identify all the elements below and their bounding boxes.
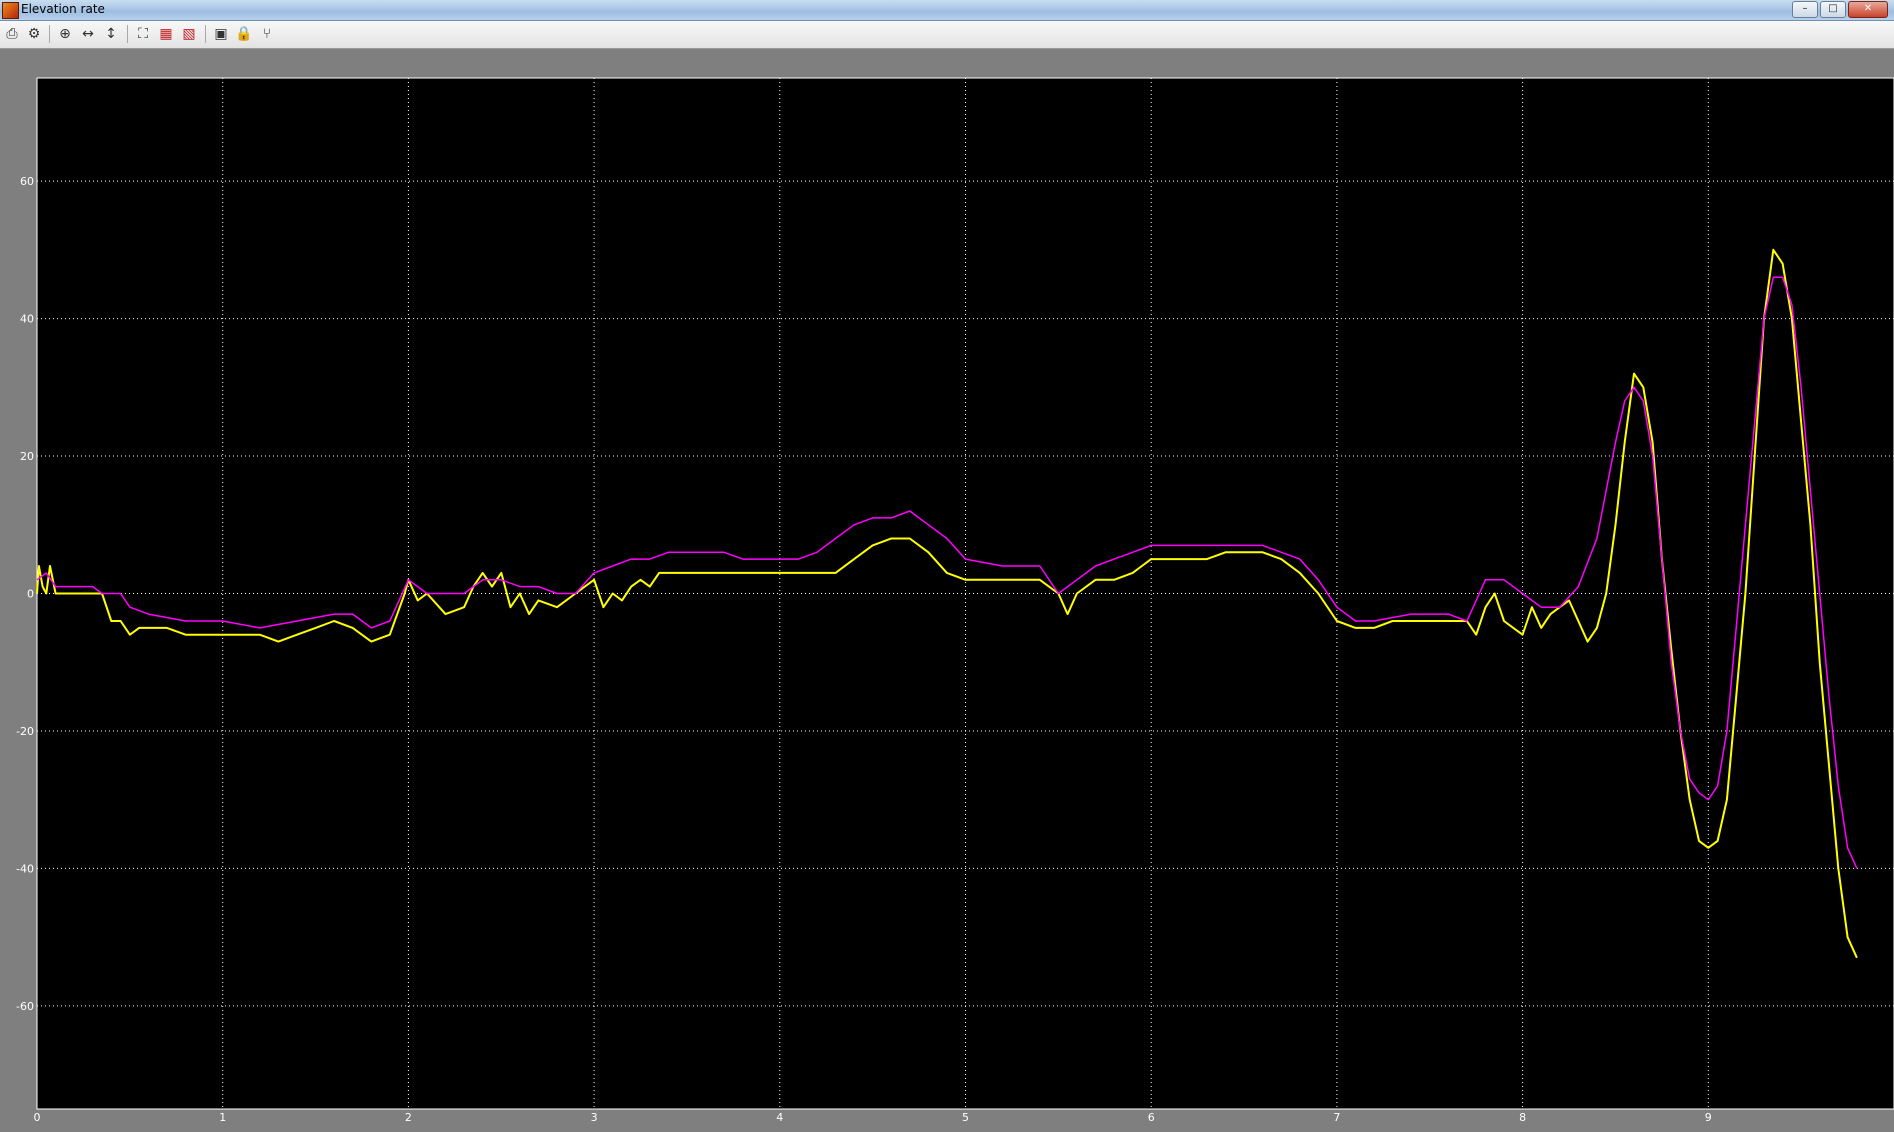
zoom-in-icon[interactable]: ⊕ [55,24,75,44]
toolbar-separator [205,25,206,43]
lock-axes-icon[interactable]: 🔒 [234,24,254,44]
y-tick-label: 60 [20,175,34,188]
y-tick-label: -40 [16,862,34,875]
window-title: Elevation rate [21,2,105,16]
y-tick-label: 40 [20,313,34,326]
x-tick-label: 2 [405,1111,412,1124]
scope-plot[interactable]: 0 1 2 3 4 5 6 7 8 9 -60 -40 -20 0 20 40 60 [0,49,1894,1132]
x-tick-label: 4 [776,1111,783,1124]
zoom-y-icon[interactable]: ↕ [101,24,121,44]
y-tick-label: -20 [16,725,34,738]
scope-toolbar: ⎙ ⚙ ⊕ ↔ ↕ ⛶ ▦ ▧ ▣ 🔒 ⑂ [0,21,1894,49]
x-tick-label: 8 [1519,1111,1526,1124]
x-tick-label: 3 [591,1111,598,1124]
zoom-x-icon[interactable]: ↔ [78,24,98,44]
save-axes-icon[interactable]: ▦ [156,24,176,44]
x-tick-label: 6 [1148,1111,1155,1124]
window-controls: – □ ✕ [1792,1,1888,18]
x-tick-label: 9 [1705,1111,1712,1124]
restore-axes-icon[interactable]: ▧ [179,24,199,44]
x-tick-label: 5 [962,1111,969,1124]
autoscale-icon[interactable]: ⛶ [133,24,153,44]
signal-selection-icon[interactable]: ⑂ [257,24,277,44]
x-tick-label: 7 [1333,1111,1340,1124]
parameters-icon[interactable]: ⚙ [24,24,44,44]
x-tick-label: 0 [34,1111,41,1124]
close-button[interactable]: ✕ [1848,1,1888,18]
print-icon[interactable]: ⎙ [2,24,22,44]
toolbar-separator [49,25,50,43]
toolbar-separator [127,25,128,43]
y-tick-label: 0 [27,588,34,601]
y-tick-label: -60 [16,1000,34,1013]
x-tick-label: 1 [219,1111,226,1124]
window-titlebar: Elevation rate – □ ✕ [0,0,1894,21]
matlab-app-icon [2,2,19,19]
maximize-button[interactable]: □ [1820,1,1846,18]
float-icon[interactable]: ▣ [211,24,231,44]
minimize-button[interactable]: – [1792,1,1818,18]
y-tick-label: 20 [20,450,34,463]
